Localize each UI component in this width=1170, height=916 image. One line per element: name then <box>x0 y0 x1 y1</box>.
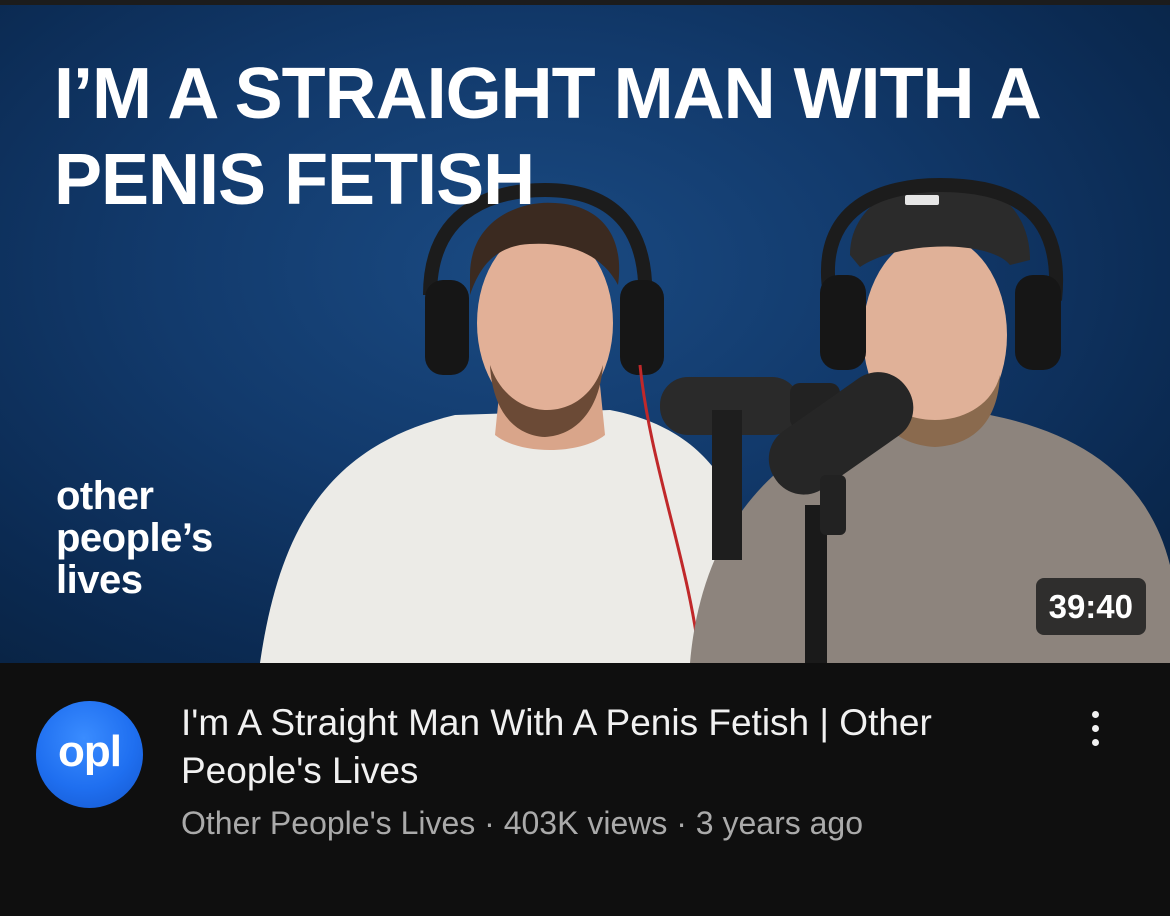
thumbnail-title-line-2: PENIS FETISH <box>54 140 535 220</box>
view-count: 403K views <box>503 805 668 841</box>
more-dot <box>1091 710 1099 718</box>
brand-line-2: people’s <box>56 516 213 560</box>
brand-line-1: other <box>56 474 154 518</box>
channel-brand-logo: other people’s lives <box>56 475 213 601</box>
channel-avatar-text: opl <box>58 726 122 776</box>
video-subline: Other People's Lives · 403K views · 3 ye… <box>181 803 863 843</box>
thumbnail-title-text: I’M A STRAIGHT MAN WITH A PENIS FETISH <box>54 51 1144 223</box>
video-title[interactable]: I'm A Straight Man With A Penis Fetish |… <box>181 699 1001 795</box>
thumbnail-title-line-1: I’M A STRAIGHT MAN WITH A <box>54 54 1042 134</box>
separator: · <box>484 805 495 841</box>
video-thumbnail[interactable]: I’M A STRAIGHT MAN WITH A PENIS FETISH o… <box>0 5 1170 663</box>
upload-age: 3 years ago <box>695 805 863 841</box>
brand-line-3: lives <box>56 558 143 602</box>
video-meta-row: opl I'm A Straight Man With A Penis Feti… <box>0 663 1170 916</box>
separator: · <box>676 805 687 841</box>
channel-avatar[interactable]: opl <box>36 701 143 808</box>
more-dot <box>1091 738 1099 746</box>
duration-badge: 39:40 <box>1035 578 1146 635</box>
channel-name[interactable]: Other People's Lives <box>181 805 475 841</box>
more-vertical-icon[interactable] <box>1075 703 1115 753</box>
more-dot <box>1091 724 1099 732</box>
